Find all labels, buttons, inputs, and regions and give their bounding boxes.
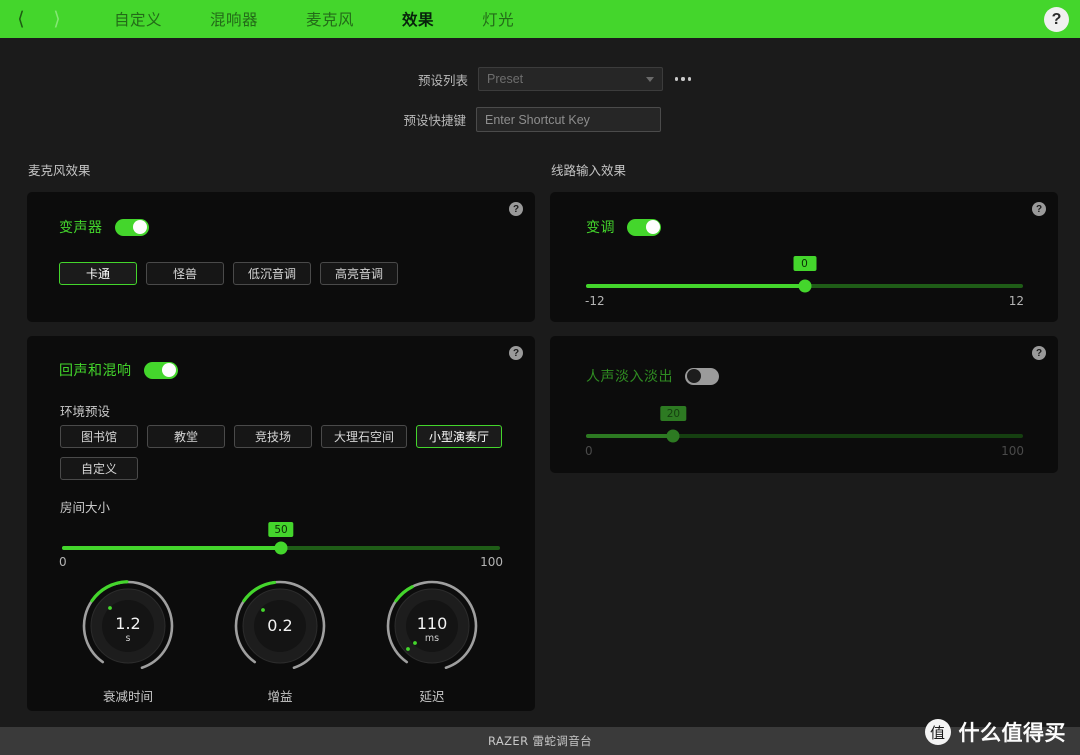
reverb-knobs: 1.2 s 衰减时间 0.2 增益 110 ms 延迟	[78, 576, 482, 705]
app-window: ⟨ ⟩ 自定义 混响器 麦克风 效果 灯光 ? 预设列表 Preset 预设快捷…	[0, 0, 1080, 755]
mic-effects-title: 麦克风效果	[28, 163, 91, 178]
pitch-shift-value: 0	[793, 256, 816, 271]
tab-lighting[interactable]: 灯光	[458, 8, 538, 30]
delay-knob[interactable]: 110 ms 延迟	[382, 576, 482, 705]
room-size-value: 50	[268, 522, 294, 537]
decay-time-value: 1.2 s	[115, 614, 141, 644]
preset-list-label: 预设列表	[417, 72, 468, 88]
preset-list-value: Preset	[487, 72, 524, 86]
pitch-shift-slider[interactable]: 0 -12 12	[585, 256, 1024, 308]
pitch-shift-toggle[interactable]	[627, 218, 661, 236]
echo-reverb-toggle[interactable]	[143, 361, 178, 379]
tab-effects[interactable]: 效果	[378, 8, 458, 30]
forward-arrow-icon[interactable]: ⟩	[46, 8, 68, 30]
voice-changer-toggle[interactable]	[114, 218, 149, 236]
back-arrow-icon[interactable]: ⟨	[10, 8, 32, 30]
voice-fade-label: 人声淡入淡出	[586, 369, 673, 385]
room-size-label: 房间大小	[60, 500, 111, 515]
top-navigation-bar: ⟨ ⟩ 自定义 混响器 麦克风 效果 灯光 ?	[0, 0, 1080, 38]
watermark-text: 什么值得买	[958, 721, 1066, 745]
gain-value: 0.2	[267, 616, 293, 635]
tab-mixer[interactable]: 混响器	[186, 8, 282, 30]
watermark: 值 什么值得买	[924, 717, 1067, 747]
room-size-max-label: 100	[480, 555, 503, 569]
preset-header: 预设列表 Preset 预设快捷键 Enter Shortcut Key	[0, 38, 1080, 148]
preset-shortcut-row: 预设快捷键 Enter Shortcut Key	[396, 107, 661, 132]
nav-tabs: 自定义 混响器 麦克风 效果 灯光	[90, 8, 538, 30]
voice-fade-min-label: 0	[585, 444, 593, 458]
pitch-shift-help-icon[interactable]: ?	[1032, 202, 1046, 216]
gain-knob[interactable]: 0.2 增益	[230, 576, 330, 705]
voice-preset-high-pitch[interactable]: 高亮音调	[320, 262, 398, 285]
tab-custom[interactable]: 自定义	[90, 8, 186, 30]
preset-shortcut-placeholder: Enter Shortcut Key	[485, 112, 590, 127]
help-icon[interactable]: ?	[1044, 7, 1069, 32]
pitch-shift-min-label: -12	[585, 294, 605, 308]
env-preset-church[interactable]: 教堂	[147, 425, 225, 448]
voice-changer-header: 变声器	[59, 217, 149, 237]
voice-changer-panel: ? 变声器 卡通 怪兽 低沉音调 高亮音调	[27, 192, 535, 322]
env-presets: 图书馆 教堂 竞技场 大理石空间 小型演奏厅 自定义	[60, 425, 505, 480]
env-preset-marble-room[interactable]: 大理石空间	[321, 425, 408, 448]
voice-changer-help-icon[interactable]: ?	[509, 202, 523, 216]
ellipsis-icon[interactable]	[675, 77, 692, 81]
pitch-shift-max-label: 12	[1008, 294, 1024, 308]
gain-label: 增益	[267, 689, 293, 704]
footer-app-name: RAZER 雷蛇调音台	[487, 734, 593, 748]
voice-changer-label: 变声器	[59, 220, 103, 236]
pitch-shift-label: 变调	[586, 220, 615, 236]
env-preset-library[interactable]: 图书馆	[60, 425, 138, 448]
env-preset-small-hall[interactable]: 小型演奏厅	[416, 425, 503, 448]
voice-preset-low-pitch[interactable]: 低沉音调	[233, 262, 311, 285]
env-preset-custom[interactable]: 自定义	[60, 457, 138, 480]
voice-preset-cartoon[interactable]: 卡通	[59, 262, 137, 285]
voice-fade-help-icon[interactable]: ?	[1032, 346, 1046, 360]
line-in-effects-title: 线路输入效果	[551, 163, 627, 178]
pitch-shift-header: 变调	[586, 217, 661, 237]
decay-time-knob[interactable]: 1.2 s 衰减时间	[78, 576, 178, 705]
voice-preset-monster[interactable]: 怪兽	[146, 262, 224, 285]
voice-fade-max-label: 100	[1001, 444, 1024, 458]
echo-reverb-help-icon[interactable]: ?	[509, 346, 523, 360]
echo-reverb-label: 回声和混响	[59, 363, 132, 379]
watermark-badge-icon: 值	[924, 719, 951, 745]
voice-fade-toggle[interactable]	[685, 367, 719, 385]
echo-reverb-header: 回声和混响	[59, 360, 178, 380]
room-size-slider[interactable]: 50 0 100	[59, 522, 503, 569]
voice-fade-header: 人声淡入淡出	[586, 366, 719, 386]
voice-fade-slider[interactable]: 20 0 100	[585, 406, 1024, 458]
env-preset-arena[interactable]: 竞技场	[234, 425, 312, 448]
preset-shortcut-input[interactable]: Enter Shortcut Key	[476, 107, 661, 132]
voice-fade-panel: ? 人声淡入淡出 20 0 100	[550, 336, 1058, 473]
decay-time-label: 衰减时间	[102, 689, 153, 704]
delay-label: 延迟	[419, 689, 445, 704]
room-size-min-label: 0	[59, 555, 67, 569]
echo-reverb-panel: ? 回声和混响 环境预设 图书馆 教堂 竞技场 大理石空间 小型演奏厅 自定义 …	[27, 336, 535, 711]
voice-fade-value: 20	[660, 406, 687, 421]
footer-bar: RAZER 雷蛇调音台	[0, 727, 1080, 755]
pitch-shift-panel: ? 变调 0 -12 12	[550, 192, 1058, 322]
chevron-down-icon	[646, 77, 654, 82]
delay-value: 110 ms	[416, 614, 448, 644]
preset-list-row: 预设列表 Preset	[398, 67, 692, 91]
voice-changer-presets: 卡通 怪兽 低沉音调 高亮音调	[59, 262, 479, 285]
env-preset-label: 环境预设	[60, 404, 111, 419]
nav-arrows: ⟨ ⟩	[0, 8, 68, 30]
preset-list-dropdown[interactable]: Preset	[478, 67, 663, 91]
preset-shortcut-label: 预设快捷键	[403, 113, 466, 128]
tab-microphone[interactable]: 麦克风	[282, 8, 378, 30]
